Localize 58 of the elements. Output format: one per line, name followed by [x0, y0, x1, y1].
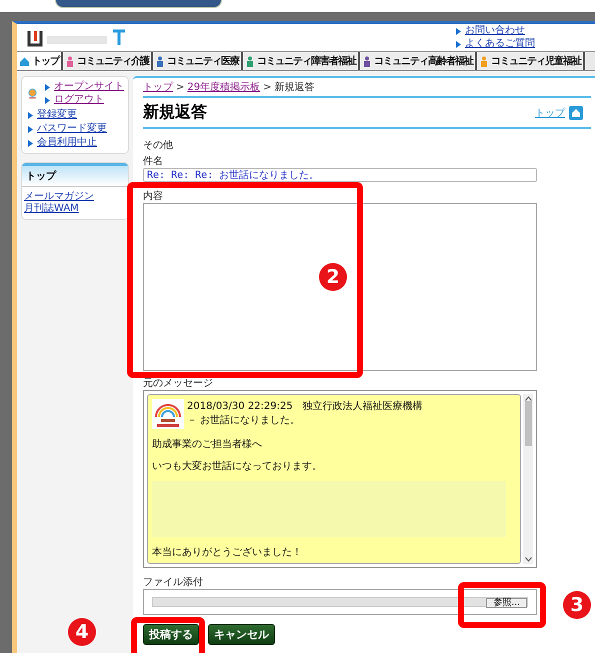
sidebar-link[interactable]: 月刊誌WAM [24, 203, 126, 215]
tab-label: コミュニティ障害者福祉 [257, 54, 356, 68]
page-title: 新規返答 [143, 102, 207, 123]
chevron-up-icon [524, 396, 532, 401]
breadcrumb[interactable]: 29年度積掲示板 [187, 80, 260, 94]
bullet-icon [45, 84, 50, 90]
breadcrumb[interactable]: トップ [143, 80, 173, 94]
home-icon [19, 56, 30, 66]
person-icon [479, 56, 489, 66]
original-message-label: 元のメッセージ [143, 377, 214, 390]
message-meta: 2018/03/30 22:29:25 独立行政法人福祉医療機構 [187, 400, 423, 413]
rainbow-logo-icon [152, 399, 184, 429]
breadcrumb-separator: > [263, 82, 272, 92]
person-icon [65, 56, 75, 66]
tab-label: コミュニティ高齢者福祉 [374, 54, 473, 68]
top-tab[interactable] [55, 0, 222, 8]
sidebar-link[interactable]: 会員利用中止 [28, 137, 124, 149]
subject-label: 件名 [143, 155, 164, 168]
chevron-down-icon [524, 557, 532, 562]
subject-field[interactable]: Re: Re: Re: お世話になりました。 [143, 168, 537, 182]
sidebar-link[interactable]: メールマガジン [24, 191, 126, 203]
bullet-icon [456, 28, 461, 34]
person-icon [362, 56, 372, 66]
section-title: トップ [22, 163, 128, 186]
tab-label: コミュニティ介護 [77, 54, 149, 68]
person-icon [245, 56, 255, 66]
sidebar-link[interactable]: ログアウト [45, 94, 124, 106]
message-line: 本当にありがとうございました！ [152, 546, 303, 559]
home-icon [569, 106, 583, 120]
header-link[interactable]: よくあるご質問 [456, 38, 535, 50]
tab-label: コミュニティ児童福祉 [491, 54, 581, 68]
content-label: 内容 [143, 190, 164, 203]
message-line: いつも大変お世話になっております。 [152, 460, 323, 473]
cancel-button[interactable]: キャンセル [208, 624, 275, 645]
tab-label: トップ [32, 54, 59, 68]
message-subject: － お世話になりました。 [187, 414, 302, 427]
breadcrumb-separator: > [176, 82, 184, 92]
bullet-icon [28, 126, 33, 132]
person-icon [155, 56, 165, 66]
bullet-icon [456, 40, 461, 48]
message-line: 助成事業のご担当者様へ [152, 438, 263, 451]
sidebar-link[interactable]: オープンサイト [45, 81, 124, 93]
scrollbar[interactable] [523, 394, 533, 564]
bullet-icon [28, 140, 33, 146]
nav-tab[interactable]: トップ [17, 52, 63, 70]
sidebar-link[interactable]: パスワード変更 [28, 123, 124, 135]
browse-button[interactable]: 参照... [486, 598, 527, 608]
bullet-icon [45, 96, 50, 104]
header-link[interactable]: お問い合わせ [456, 25, 535, 37]
category-text: その他 [143, 139, 174, 152]
attach-label: ファイル添付 [143, 576, 204, 589]
file-field[interactable]: 参照... [152, 597, 528, 607]
breadcrumb: 新規返答 [274, 80, 315, 94]
tab-label: コミュニティ医療 [167, 54, 239, 68]
sidebar-link[interactable]: 登録変更 [28, 109, 124, 121]
content-field[interactable] [143, 203, 537, 371]
submit-button[interactable]: 投稿する [143, 624, 199, 645]
bullet-icon [28, 112, 33, 118]
